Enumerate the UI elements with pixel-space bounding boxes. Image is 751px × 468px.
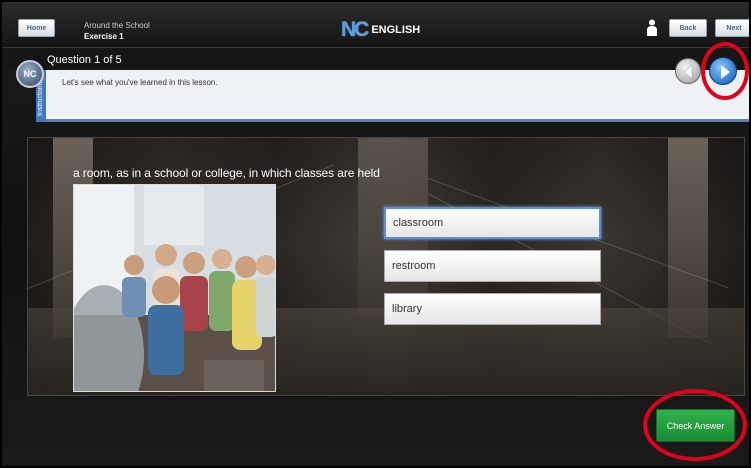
answer-option-library[interactable]: library xyxy=(384,293,601,325)
next-button[interactable]: Next xyxy=(715,19,749,37)
logo-text: ENGLISH xyxy=(371,24,421,36)
lesson-subtitle: Exercise 1 xyxy=(84,32,124,41)
question-counter: Question 1 of 5 xyxy=(47,54,122,66)
app-frame: Home Around the School Exercise 1 NC ENG… xyxy=(0,0,751,468)
highlight-ring-next xyxy=(701,42,749,100)
top-bar: Home Around the School Exercise 1 NC ENG… xyxy=(2,2,749,48)
question-prompt: a room, as in a school or college, in wh… xyxy=(73,166,380,180)
back-button[interactable]: Back xyxy=(669,19,707,37)
home-button[interactable]: Home xyxy=(18,19,55,37)
lesson-title: Around the School xyxy=(84,21,150,30)
instructions-text: Let's see what you've learned in this le… xyxy=(62,78,218,87)
answer-option-classroom[interactable]: classroom xyxy=(384,207,601,239)
previous-question-button[interactable] xyxy=(675,58,701,84)
highlight-ring-check xyxy=(643,389,747,461)
answer-option-restroom[interactable]: restroom xyxy=(384,250,601,282)
logo-mark: NC xyxy=(341,18,369,41)
classroom-photo xyxy=(73,184,276,392)
chevron-left-icon xyxy=(683,64,693,80)
person-icon[interactable] xyxy=(646,19,658,37)
nc-badge-icon: NC xyxy=(16,60,44,88)
nc-english-logo: NC ENGLISH xyxy=(341,18,420,42)
